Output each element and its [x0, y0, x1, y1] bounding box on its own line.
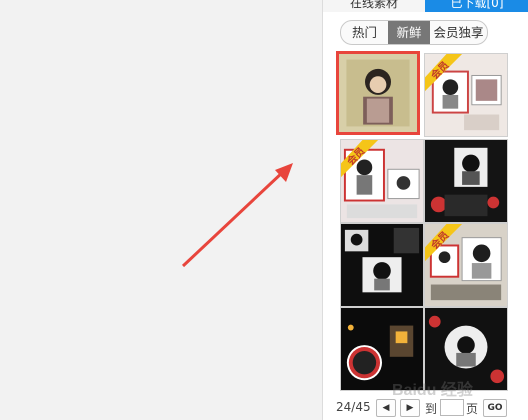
filter-new-button[interactable]: 新鲜 — [388, 21, 430, 44]
tab-online-materials[interactable]: 在线素材 — [323, 0, 426, 12]
tab-bar: 在线素材 已下载[0] — [323, 0, 528, 12]
thumbnail-image — [339, 54, 417, 132]
thumbnail-3[interactable]: 会员 — [340, 139, 424, 223]
filter-segmented-control: 热门 新鲜 会员独享 — [340, 20, 488, 45]
thumbnail-5[interactable] — [340, 223, 424, 307]
page-unit-label: 页 — [466, 402, 479, 416]
thumbnail-2[interactable]: 会员 — [424, 53, 508, 137]
prev-page-button[interactable]: ◀ — [376, 399, 396, 417]
filter-member-button[interactable]: 会员独享 — [430, 21, 487, 44]
thumbnail-6[interactable]: 会员 — [424, 223, 508, 307]
thumbnail-image — [341, 224, 423, 306]
thumbnail-1[interactable] — [336, 51, 420, 135]
goto-label: 到 — [425, 402, 438, 416]
material-panel: 在线素材 已下载[0] 热门 新鲜 会员独享 会员 会员 会员 24/45 ◀ … — [322, 0, 528, 420]
page-number-input[interactable] — [440, 399, 464, 416]
watermark: Baidu 经验 — [392, 382, 473, 399]
tab-downloaded[interactable]: 已下载[0] — [425, 0, 528, 12]
next-page-button[interactable]: ▶ — [400, 399, 420, 417]
red-pointer-arrow-icon — [181, 163, 293, 268]
triangle-left-icon: ◀ — [382, 403, 390, 413]
pagination: 24/45 ◀ ▶ 到 页 GO — [323, 397, 528, 419]
filter-hot-button[interactable]: 热门 — [341, 21, 388, 44]
page-count: 24/45 — [336, 400, 371, 414]
go-button[interactable]: GO — [483, 399, 507, 417]
thumbnail-4[interactable] — [424, 139, 508, 223]
triangle-right-icon: ▶ — [406, 403, 414, 413]
thumbnail-image — [425, 140, 507, 222]
canvas-area — [0, 0, 322, 420]
